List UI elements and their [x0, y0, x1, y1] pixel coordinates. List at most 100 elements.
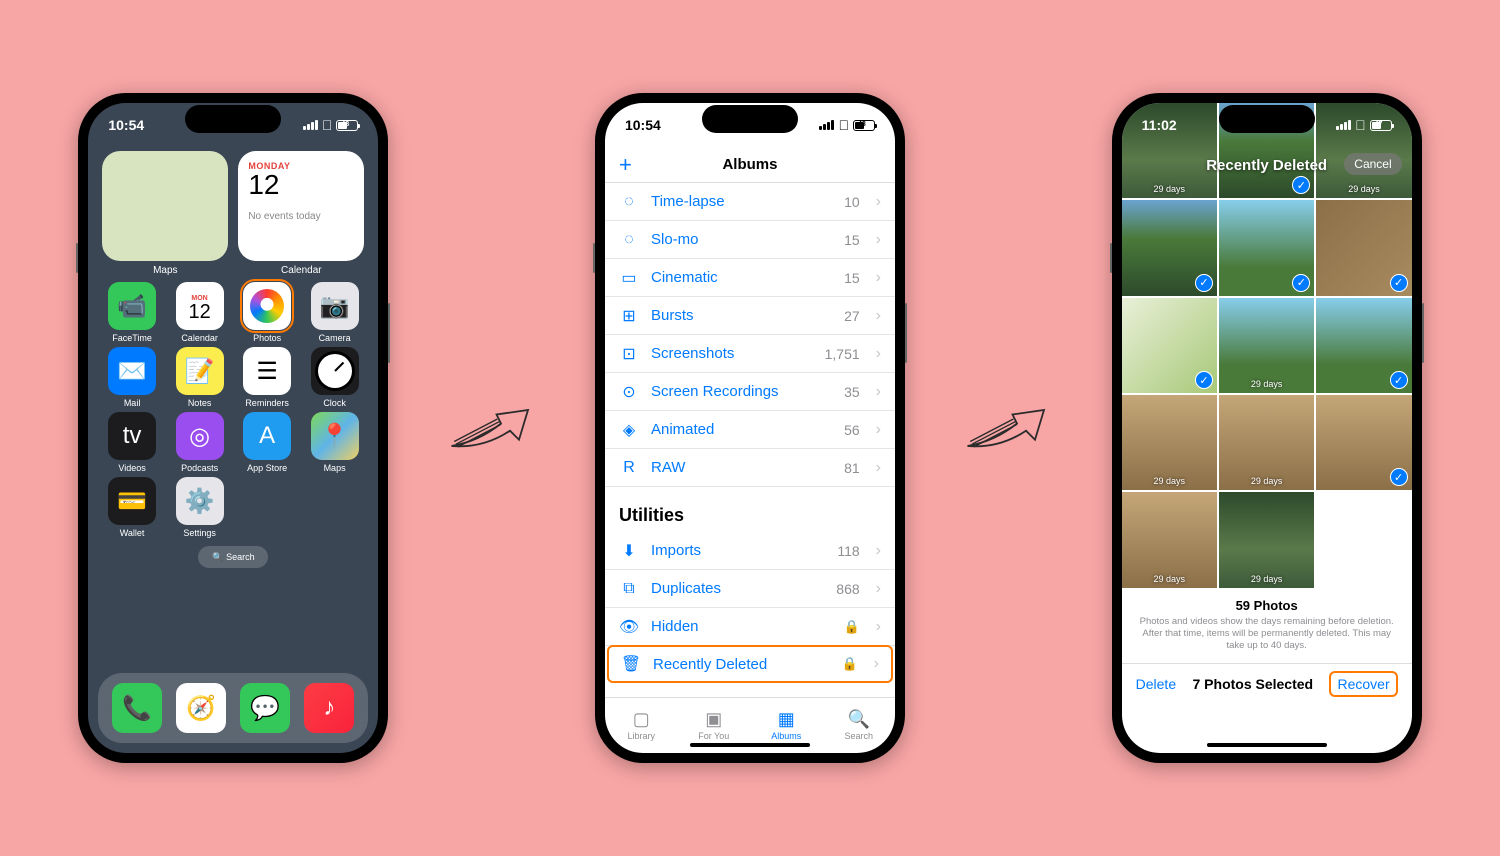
app-camera[interactable]: 📷Camera [301, 282, 369, 343]
row-count: 81 [844, 460, 860, 476]
dock-safari[interactable]: 🧭 [176, 683, 226, 733]
row-count: 27 [844, 308, 860, 324]
widget-maps[interactable] [102, 151, 228, 261]
tab-search[interactable]: 🔍Search [822, 698, 895, 753]
album-row-cinematic[interactable]: ▭Cinematic15› [605, 259, 895, 297]
dock-music[interactable]: ♪ [304, 683, 354, 733]
signal-icon [303, 120, 318, 130]
album-row-animated[interactable]: ◈Animated56› [605, 411, 895, 449]
album-row-screenshots[interactable]: ⊡Screenshots1,751› [605, 335, 895, 373]
photo-item[interactable]: 29 days [1219, 492, 1314, 587]
dock-phone[interactable]: 📞 [112, 683, 162, 733]
app-mail[interactable]: ✉️Mail [98, 347, 166, 408]
app-maps[interactable]: 📍Maps [301, 412, 369, 473]
app-reminders[interactable]: ☰Reminders [233, 347, 301, 408]
dock: 📞 🧭 💬 ♪ [98, 673, 368, 743]
cinematic-icon: ▭ [619, 268, 639, 288]
signal-icon [1336, 120, 1351, 130]
bursts-icon: ⊞ [619, 306, 639, 326]
wifi-icon: 􀙇 [838, 117, 849, 133]
album-row-hidden[interactable]: 👁Hidden🔒› [605, 608, 895, 646]
app-photos[interactable]: Photos [233, 282, 301, 343]
photo-item[interactable]: ✓ [1316, 395, 1411, 490]
selected-count: 7 Photos Selected [1193, 676, 1314, 692]
check-icon: ✓ [1390, 274, 1408, 292]
album-list[interactable]: ◌Time-lapse10›◌Slo-mo15›▭Cinematic15› ⊞ Bu… [605, 183, 895, 697]
row-count: 1,751 [825, 346, 860, 362]
wifi-icon: 􀙇 [1355, 117, 1366, 133]
widget-calendar[interactable]: MONDAY 12 No events today [238, 151, 364, 261]
dynamic-island [185, 105, 281, 133]
album-row-recently-deleted[interactable]: 🗑Recently Deleted🔒› [607, 645, 893, 683]
chevron-icon: › [876, 421, 881, 439]
info-section: 59 Photos Photos and videos show the day… [1122, 588, 1412, 663]
imports-icon: ⬇ [619, 541, 639, 561]
photo-item [1316, 492, 1411, 587]
album-row-slo-mo[interactable]: ◌Slo-mo15› [605, 221, 895, 259]
foryou-icon: ▣ [703, 711, 725, 729]
chevron-icon: › [876, 269, 881, 287]
cancel-button[interactable]: Cancel [1344, 153, 1401, 175]
phone-home: 10:54 􀙇 48 Maps MONDAY 12 No events toda… [78, 93, 388, 763]
photo-item[interactable]: ✓ [1122, 200, 1217, 295]
app-settings[interactable]: ⚙️Settings [166, 477, 234, 538]
photo-item[interactable]: 29 days [1122, 395, 1217, 490]
slomo-icon: ◌ [619, 230, 639, 250]
screenrec-icon: ⊙ [619, 382, 639, 402]
row-label: Recently Deleted [653, 656, 829, 673]
app-calendar[interactable]: MON12Calendar [166, 282, 234, 343]
deleted-header: 11:02 􀙇 47 Recently Deleted Cancel 29 da… [1122, 103, 1412, 588]
photo-grid: 29 days ✓ 29 days ✓ ✓ ✓ ✓ 29 days ✓ 29 d… [1122, 103, 1412, 588]
dynamic-island [1219, 105, 1315, 133]
app-appstore[interactable]: AApp Store [233, 412, 301, 473]
section-utilities: Utilities [605, 487, 895, 532]
tab-library[interactable]: ▢Library [605, 698, 678, 753]
album-row-screen-recordings[interactable]: ⊙Screen Recordings35› [605, 373, 895, 411]
album-row-bursts[interactable]: ⊞Bursts27› [605, 297, 895, 335]
app-notes[interactable]: 📝Notes [166, 347, 234, 408]
recover-button[interactable]: Recover [1329, 671, 1397, 697]
animated-icon: ◈ [619, 420, 639, 440]
row-label: Bursts [651, 307, 832, 324]
app-podcasts[interactable]: ◎Podcasts [166, 412, 234, 473]
dock-messages[interactable]: 💬 [240, 683, 290, 733]
row-label: RAW [651, 459, 832, 476]
lock-icon: 🔒 [841, 656, 857, 672]
row-count: 118 [837, 543, 859, 559]
album-row-duplicates[interactable]: ⧉Duplicates868› [605, 570, 895, 608]
photo-item[interactable]: ✓ [1316, 200, 1411, 295]
page-title: Recently Deleted [1206, 157, 1327, 174]
album-row-imports[interactable]: ⬇Imports118› [605, 532, 895, 570]
search-button[interactable]: 🔍Search [198, 546, 268, 568]
home-indicator[interactable] [1207, 743, 1327, 747]
delete-button[interactable]: Delete [1136, 676, 1176, 692]
app-wallet[interactable]: 💳Wallet [98, 477, 166, 538]
albums-icon: ▦ [775, 711, 797, 729]
add-button[interactable]: + [619, 152, 632, 178]
phone-albums: 10:54 􀙇 48 + Albums ◌Time-lapse10›◌Slo-m… [595, 93, 905, 763]
check-icon: ✓ [1390, 468, 1408, 486]
lock-icon: 🔒 [843, 619, 859, 635]
app-facetime[interactable]: 📹FaceTime [98, 282, 166, 343]
chevron-icon: › [876, 580, 881, 598]
album-row-time-lapse[interactable]: ◌Time-lapse10› [605, 183, 895, 221]
photo-item[interactable]: ✓ [1122, 298, 1217, 393]
row-label: Hidden [651, 618, 831, 635]
widget-maps-label: Maps [102, 265, 228, 276]
photo-item[interactable]: ✓ [1316, 298, 1411, 393]
photo-item[interactable]: ✓ [1219, 200, 1314, 295]
photo-item[interactable]: 29 days [1219, 395, 1314, 490]
row-count: 15 [844, 232, 860, 248]
duplicates-icon: ⧉ [619, 579, 639, 599]
row-label: Animated [651, 421, 832, 438]
photo-item[interactable]: 29 days [1122, 492, 1217, 587]
app-clock[interactable]: Clock [301, 347, 369, 408]
battery-icon: 47 [1370, 120, 1392, 131]
arrow-icon [963, 393, 1053, 463]
photo-item[interactable]: 29 days [1219, 298, 1314, 393]
app-videos[interactable]: tvVideos [98, 412, 166, 473]
chevron-icon: › [876, 542, 881, 560]
home-indicator[interactable] [690, 743, 810, 747]
album-row-raw[interactable]: RRAW81› [605, 449, 895, 487]
raw-icon: R [619, 458, 639, 478]
